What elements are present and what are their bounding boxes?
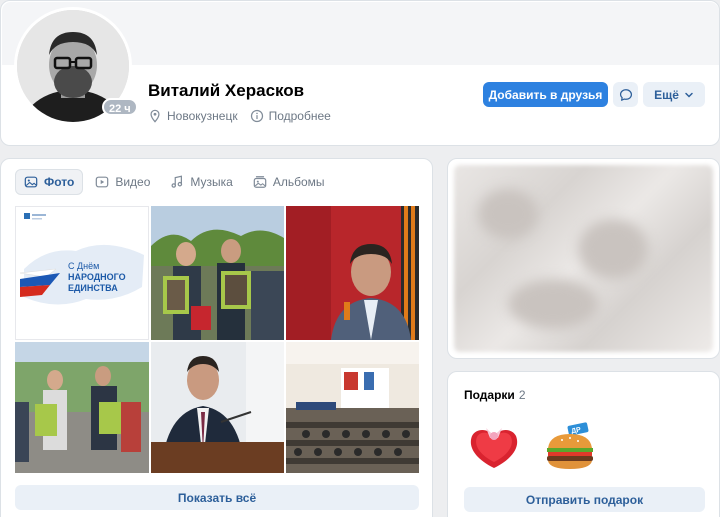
photo-assembly-hall[interactable] [286, 342, 419, 473]
show-all-button[interactable]: Показать всё [15, 485, 419, 510]
photo-parade-portraits[interactable] [151, 206, 284, 340]
send-gift-button[interactable]: Отправить подарок [464, 487, 705, 512]
gifts-title[interactable]: Подарки 2 [464, 388, 526, 402]
tab-albums-label: Альбомы [272, 175, 325, 189]
tab-video-label: Видео [115, 175, 151, 189]
albums-icon [253, 176, 267, 188]
burger-gift-icon: ДР [547, 422, 593, 469]
unity-day-graphic: С Днём НАРОДНОГО ЕДИНСТВА [16, 207, 148, 339]
gifts-title-label: Подарки [464, 388, 515, 402]
photo-grid: С Днём НАРОДНОГО ЕДИНСТВА [15, 206, 419, 473]
heart-gift-icon [470, 428, 518, 468]
photo-victory-banner[interactable] [286, 206, 419, 340]
photo-icon [24, 176, 38, 188]
more-button-label: Ещё [654, 87, 679, 102]
gifts-count: 2 [518, 388, 526, 402]
message-button[interactable] [613, 82, 638, 107]
svg-text:ДР: ДР [571, 426, 582, 435]
city-label: Новокузнецк [167, 109, 238, 123]
gift-heart-box[interactable] [464, 422, 524, 472]
media-tabs: Фото Видео Музыка Альбомы [15, 169, 333, 195]
profile-name: Виталий Херасков [148, 81, 305, 100]
info-icon [250, 109, 263, 123]
photo-march-group[interactable] [15, 342, 149, 473]
victory-banner-scene [286, 206, 419, 340]
unity-day-line3: ЕДИНСТВА [68, 283, 118, 293]
march-group-scene [15, 342, 149, 473]
tab-video[interactable]: Видео [87, 169, 158, 195]
unity-day-line1: С Днём [68, 261, 99, 271]
location-pin-icon [150, 109, 160, 123]
tab-music[interactable]: Музыка [162, 169, 240, 195]
last-seen-badge: 22 ч [102, 98, 138, 116]
blur-spot [578, 219, 648, 279]
media-block: Фото Видео Музыка Альбомы С Днём НАРОДНО… [0, 158, 433, 517]
tab-photo[interactable]: Фото [15, 169, 84, 195]
speech-scene [151, 342, 284, 473]
blur-spot [508, 279, 598, 329]
parade-scene [151, 206, 284, 340]
photo-speech[interactable] [151, 342, 284, 473]
tab-photo-label: Фото [44, 175, 75, 189]
message-icon [619, 88, 632, 101]
profile-header: 22 ч Виталий Херасков Новокузнецк Подроб… [0, 0, 720, 146]
unity-day-line2: НАРОДНОГО [68, 272, 126, 282]
assembly-hall-scene [286, 342, 419, 473]
video-icon [96, 176, 109, 188]
gift-burger[interactable]: ДР [540, 422, 600, 472]
photo-unity-day[interactable]: С Днём НАРОДНОГО ЕДИНСТВА [15, 206, 149, 340]
tab-music-label: Музыка [190, 175, 233, 189]
chevron-down-icon [685, 92, 693, 98]
profile-meta: Новокузнецк Подробнее [148, 109, 337, 123]
blur-spot [478, 189, 538, 239]
more-info-label: Подробнее [268, 109, 331, 123]
city-item[interactable]: Новокузнецк [148, 109, 238, 123]
music-icon [171, 175, 183, 188]
more-button[interactable]: Ещё [643, 82, 705, 107]
gifts-block: Подарки 2 ДР Отправить подарок [447, 371, 720, 517]
tab-albums[interactable]: Альбомы [245, 169, 333, 195]
more-info-link[interactable]: Подробнее [250, 109, 331, 123]
blurred-block [447, 158, 720, 359]
add-friend-button[interactable]: Добавить в друзья [483, 82, 608, 107]
